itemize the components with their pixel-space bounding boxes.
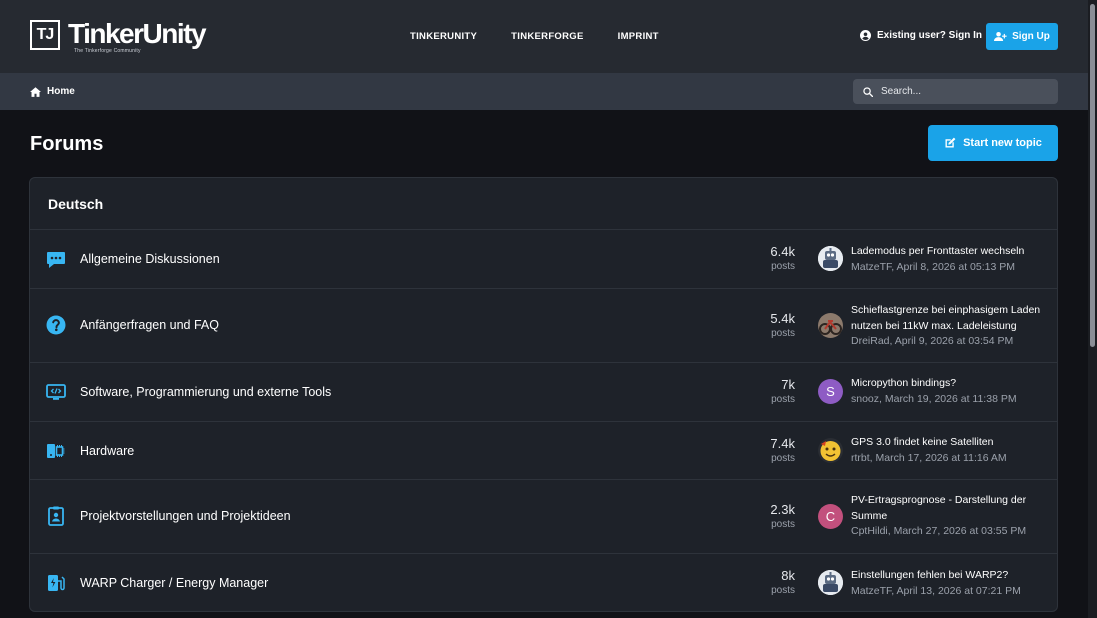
breadcrumb-home-label: Home bbox=[47, 86, 75, 97]
forum-row-allgemeine-diskussionen[interactable]: Allgemeine Diskussionen 6.4k posts Ladem… bbox=[30, 230, 1057, 289]
last-post-meta: MatzeTF, April 13, 2026 at 07:21 PM bbox=[851, 584, 1021, 597]
post-count-label: posts bbox=[771, 394, 795, 405]
page-title: Forums bbox=[30, 133, 104, 155]
post-count: 5.4k bbox=[770, 311, 795, 326]
start-new-topic-label: Start new topic bbox=[963, 137, 1042, 149]
search-placeholder: Search... bbox=[881, 86, 922, 97]
letter-avatar[interactable]: C bbox=[818, 504, 843, 529]
forum-post-stats: 2.3k posts bbox=[770, 502, 795, 532]
breadcrumb-bar: Home Search... bbox=[0, 73, 1088, 110]
last-post-info: Einstellungen fehlen bei WARP2? MatzeTF,… bbox=[851, 568, 1051, 599]
post-count-label: posts bbox=[771, 453, 795, 464]
site-logo[interactable]: TJ TinkerUnity The Tinkerforge Community bbox=[30, 18, 207, 54]
photo-avatar-image bbox=[818, 313, 843, 338]
last-post-title[interactable]: Schieflastgrenze bei einphasigem Laden n… bbox=[851, 303, 1051, 334]
forum-post-stats: 8k posts bbox=[771, 568, 795, 598]
logo-tagline: The Tinkerforge Community bbox=[74, 48, 141, 54]
site-header: TJ TinkerUnity The Tinkerforge Community… bbox=[0, 0, 1088, 73]
category-title[interactable]: Deutsch bbox=[30, 178, 1057, 230]
forum-title[interactable]: Software, Programmierung und externe Too… bbox=[80, 385, 331, 399]
forum-row-projektvorstellungen[interactable]: Projektvorstellungen und Projektideen 2.… bbox=[30, 480, 1057, 554]
sign-in-link[interactable]: Existing user? Sign In bbox=[860, 30, 982, 41]
last-post-info: PV-Ertragsprognose - Darstellung der Sum… bbox=[851, 493, 1051, 540]
sign-up-label: Sign Up bbox=[1012, 31, 1050, 42]
forum-row-hardware[interactable]: Hardware 7.4k posts GPS 3.0 findet keine… bbox=[30, 422, 1057, 480]
nav-link-tinkerforge[interactable]: TINKERFORGE bbox=[511, 31, 583, 42]
sign-up-button[interactable]: Sign Up bbox=[986, 23, 1058, 50]
start-new-topic-button[interactable]: Start new topic bbox=[928, 125, 1058, 161]
last-post-title[interactable]: Einstellungen fehlen bei WARP2? bbox=[851, 568, 1051, 584]
last-post-title[interactable]: GPS 3.0 findet keine Satelliten bbox=[851, 435, 1051, 451]
last-post-title[interactable]: Micropython bindings? bbox=[851, 376, 1051, 392]
last-post-meta: DreiRad, April 9, 2026 at 03:54 PM bbox=[851, 335, 1014, 347]
user-plus-icon bbox=[994, 31, 1007, 42]
forum-title[interactable]: Hardware bbox=[80, 444, 134, 458]
robot-avatar[interactable] bbox=[818, 246, 843, 271]
forum-post-stats: 7k posts bbox=[771, 377, 795, 407]
logo-mark: TJ bbox=[30, 20, 60, 50]
emoji-avatar[interactable] bbox=[818, 438, 843, 463]
post-count: 7.4k bbox=[770, 436, 795, 451]
robot-avatar-image bbox=[818, 570, 843, 595]
robot-avatar-image bbox=[818, 246, 843, 271]
post-count-label: posts bbox=[771, 328, 795, 339]
user-circle-icon bbox=[860, 30, 871, 41]
hardware-chip-icon bbox=[47, 444, 65, 458]
post-count: 2.3k bbox=[770, 502, 795, 517]
last-post-title[interactable]: Lademodus per Fronttaster wechseln bbox=[851, 244, 1051, 260]
last-post-title[interactable]: PV-Ertragsprognose - Darstellung der Sum… bbox=[851, 493, 1051, 524]
logo-wordmark: TinkerUnity bbox=[68, 18, 207, 49]
last-post-info: Micropython bindings? snooz, March 19, 2… bbox=[851, 376, 1051, 407]
forum-row-software[interactable]: Software, Programmierung und externe Too… bbox=[30, 363, 1057, 422]
last-post-meta: snooz, March 19, 2026 at 11:38 PM bbox=[851, 392, 1017, 405]
main-navigation: TINKERUNITY TINKERFORGE IMPRINT bbox=[410, 31, 659, 42]
post-count-label: posts bbox=[771, 261, 795, 272]
monitor-code-icon bbox=[46, 384, 66, 400]
post-count: 6.4k bbox=[770, 244, 795, 259]
last-post-info: Schieflastgrenze bei einphasigem Laden n… bbox=[851, 303, 1051, 350]
question-circle-icon bbox=[46, 315, 66, 335]
letter-avatar[interactable]: S bbox=[818, 379, 843, 404]
forum-post-stats: 5.4k posts bbox=[770, 311, 795, 341]
last-post-meta: rtrbt, March 17, 2026 at 11:16 AM bbox=[851, 451, 1007, 464]
sign-in-label: Existing user? Sign In bbox=[877, 30, 983, 41]
last-post-meta: MatzeTF, April 8, 2026 at 05:13 PM bbox=[851, 260, 1016, 273]
forum-title[interactable]: Allgemeine Diskussionen bbox=[80, 252, 220, 266]
nav-link-imprint[interactable]: IMPRINT bbox=[618, 31, 659, 42]
forum-post-stats: 7.4k posts bbox=[770, 436, 795, 466]
photo-avatar[interactable] bbox=[818, 313, 843, 338]
post-count: 8k bbox=[781, 568, 795, 583]
forum-title[interactable]: Anfängerfragen und FAQ bbox=[80, 318, 219, 332]
emoji-avatar-image bbox=[818, 438, 843, 463]
scrollbar-thumb[interactable] bbox=[1090, 4, 1095, 347]
home-icon bbox=[30, 86, 41, 97]
last-post-meta: CptHildi, March 27, 2026 at 03:55 PM bbox=[851, 525, 1027, 537]
forum-row-warp-charger[interactable]: WARP Charger / Energy Manager 8k posts E… bbox=[30, 554, 1057, 611]
post-count-label: posts bbox=[771, 585, 795, 596]
search-input[interactable]: Search... bbox=[853, 79, 1058, 104]
ev-charger-icon bbox=[48, 575, 65, 591]
forum-row-anfaengerfragen[interactable]: Anfängerfragen und FAQ 5.4k posts Schief… bbox=[30, 289, 1057, 363]
search-icon bbox=[863, 86, 873, 97]
chat-bubble-icon bbox=[47, 252, 65, 268]
last-post-info: Lademodus per Fronttaster wechseln Matze… bbox=[851, 244, 1051, 275]
forum-category-card: Deutsch Allgemeine Diskussionen 6.4k pos… bbox=[29, 177, 1058, 612]
forum-post-stats: 6.4k posts bbox=[770, 244, 795, 274]
forum-title[interactable]: Projektvorstellungen und Projektideen bbox=[80, 509, 291, 523]
post-count: 7k bbox=[781, 377, 795, 392]
clipboard-project-icon bbox=[48, 506, 64, 526]
compose-icon bbox=[945, 137, 956, 148]
last-post-info: GPS 3.0 findet keine Satelliten rtrbt, M… bbox=[851, 435, 1051, 466]
nav-link-tinkerunity[interactable]: TINKERUNITY bbox=[410, 31, 477, 42]
post-count-label: posts bbox=[771, 519, 795, 530]
forum-title[interactable]: WARP Charger / Energy Manager bbox=[80, 576, 268, 590]
breadcrumb-home[interactable]: Home bbox=[30, 86, 75, 97]
robot-avatar[interactable] bbox=[818, 570, 843, 595]
